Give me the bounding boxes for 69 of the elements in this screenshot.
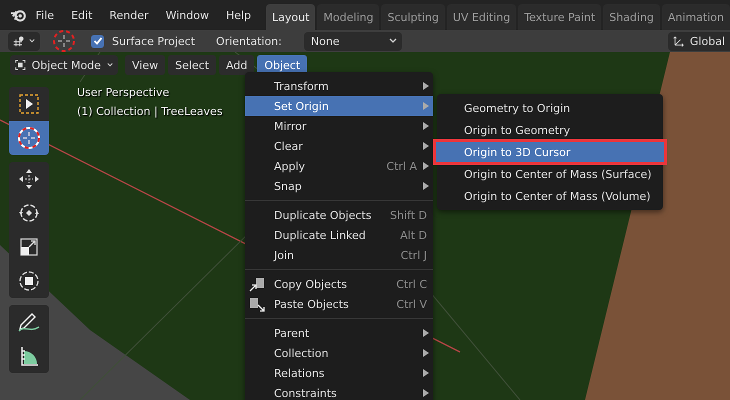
- viewport-info-text: (1) Collection | TreeLeaves: [77, 105, 223, 118]
- chevron-icon: [388, 38, 397, 44]
- viewport-menu[interactable]: View: [125, 55, 166, 75]
- menu-item[interactable]: Help: [226, 8, 252, 22]
- menu-item[interactable]: Duplicate Objects Shift D: [245, 205, 433, 225]
- menu-item[interactable]: Window: [166, 8, 209, 22]
- transform-orientation-dropdown[interactable]: Global: [668, 32, 730, 50]
- select-box-icon: [18, 93, 40, 115]
- workspace-tab[interactable]: Texture Paint: [518, 4, 602, 30]
- checkbox-label: Surface Project: [112, 34, 196, 48]
- workspace-tab[interactable]: Layout: [266, 4, 316, 30]
- submenu-arrow-icon: [423, 162, 429, 170]
- workspace-tab[interactable]: UV Editing: [446, 4, 516, 30]
- workspace-tab[interactable]: Modeling: [317, 4, 380, 30]
- menu-item[interactable]: Clear: [245, 136, 433, 156]
- menu-item[interactable]: Set Origin: [245, 96, 433, 116]
- checkbox[interactable]: [91, 34, 104, 48]
- submenu-arrow-icon: [423, 102, 429, 110]
- workspace-tab[interactable]: Shading: [603, 4, 660, 30]
- menu-item[interactable]: Parent: [245, 323, 433, 343]
- move-icon: [18, 168, 40, 190]
- menu-item[interactable]: Relations: [245, 363, 433, 383]
- clipboard-icon: [249, 276, 265, 292]
- chevron-icon: [106, 62, 113, 68]
- menu-item[interactable]: Origin to Center of Mass (Volume): [437, 185, 663, 207]
- pencil-icon: [17, 311, 41, 333]
- viewport-info-text: User Perspective: [77, 86, 170, 99]
- menu-item[interactable]: Constraints: [245, 383, 433, 400]
- menu-item[interactable]: File: [36, 8, 54, 22]
- pivot-icon: [13, 34, 25, 48]
- menu-item[interactable]: Origin to 3D Cursor: [435, 141, 665, 163]
- submenu-arrow-icon: [423, 182, 429, 190]
- menu-item[interactable]: Apply Ctrl A: [245, 156, 433, 176]
- submenu-arrow-icon: [423, 142, 429, 150]
- workspace-tab[interactable]: Animation: [662, 4, 730, 30]
- menu-item[interactable]: Transform: [245, 76, 433, 96]
- orientation-label: Orientation:: [216, 34, 282, 48]
- menu-item[interactable]: Collection: [245, 343, 433, 363]
- submenu-arrow-icon: [423, 349, 429, 357]
- rotate-icon: [18, 202, 40, 224]
- menu-item[interactable]: Geometry to Origin: [437, 97, 663, 119]
- menu-item[interactable]: Paste Objects Ctrl V: [245, 294, 433, 314]
- submenu-arrow-icon: [423, 369, 429, 377]
- submenu-arrow-icon: [423, 122, 429, 130]
- workspace-tab[interactable]: Sculpting: [381, 4, 445, 30]
- pivot-dropdown[interactable]: [8, 32, 40, 50]
- cursor-icon: [17, 126, 41, 150]
- menu-item[interactable]: Copy Objects Ctrl C: [245, 274, 433, 294]
- clipboard-icon: [249, 296, 265, 312]
- menu-item[interactable]: Edit: [71, 8, 92, 22]
- orientation-dropdown[interactable]: None: [304, 32, 402, 50]
- object-mode-icon: [15, 58, 26, 72]
- cursor-icon[interactable]: [52, 29, 76, 53]
- scale-icon: [18, 236, 40, 258]
- transform-icon: [18, 270, 40, 292]
- submenu-arrow-icon: [423, 82, 429, 90]
- chevron-icon: [29, 38, 35, 44]
- submenu-arrow-icon: [423, 389, 429, 397]
- menu-item[interactable]: Duplicate Linked Alt D: [245, 225, 433, 245]
- menu-item[interactable]: Mirror: [245, 116, 433, 136]
- viewport-menu[interactable]: Add: [219, 55, 254, 75]
- menu-item[interactable]: Render: [109, 8, 149, 22]
- submenu-arrow-icon: [423, 329, 429, 337]
- menu-item[interactable]: Origin to Geometry: [437, 119, 663, 141]
- mode-dropdown[interactable]: Object Mode: [10, 55, 118, 75]
- menu-item[interactable]: Origin to Center of Mass (Surface): [437, 163, 663, 185]
- menu-item[interactable]: Join Ctrl J: [245, 245, 433, 265]
- menu-item[interactable]: Snap: [245, 176, 433, 196]
- viewport-menu[interactable]: Select: [168, 55, 216, 75]
